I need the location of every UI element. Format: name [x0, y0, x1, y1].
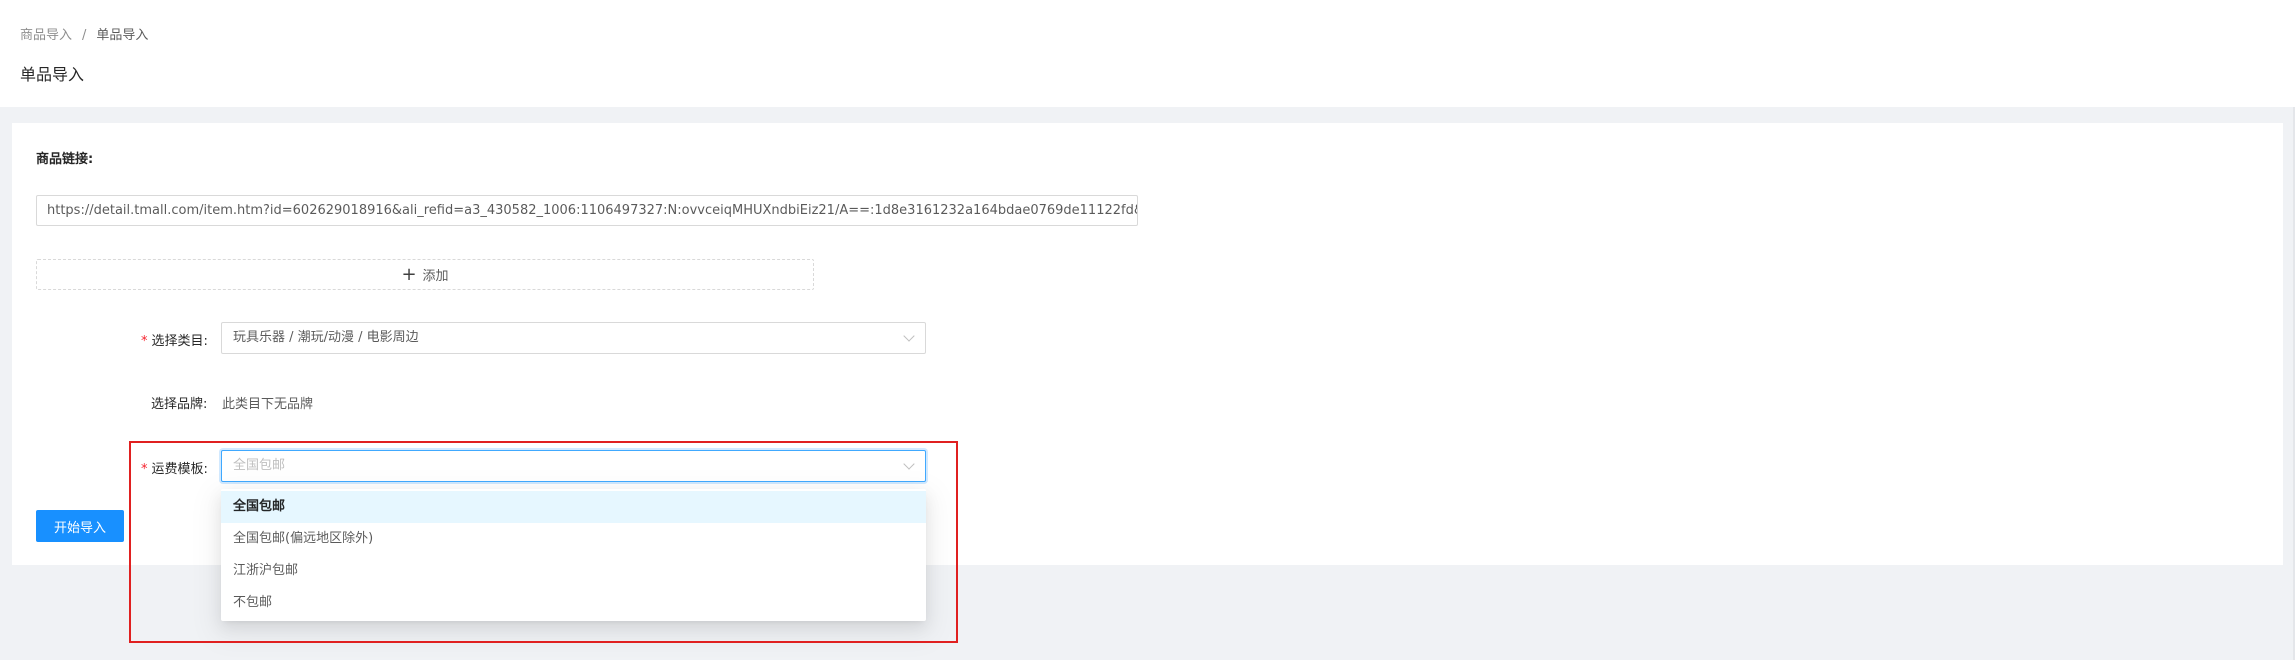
breadcrumb: 商品导入 / 单品导入: [20, 24, 148, 43]
category-label: * 选择类目:: [141, 330, 208, 349]
shipping-option[interactable]: 江浙沪包邮: [221, 555, 926, 587]
shipping-label-text: 运费模板:: [151, 462, 208, 477]
start-import-button[interactable]: 开始导入: [36, 510, 124, 542]
breadcrumb-parent[interactable]: 商品导入: [20, 28, 72, 43]
shipping-label: * 运费模板:: [141, 458, 208, 477]
page-title: 单品导入: [20, 65, 85, 84]
breadcrumb-current: 单品导入: [96, 28, 149, 43]
shipping-option[interactable]: 全国包邮(偏远地区除外): [221, 523, 926, 555]
shipping-option[interactable]: 全国包邮: [221, 491, 926, 523]
chevron-down-icon: [903, 458, 915, 470]
category-select[interactable]: 玩具乐器 / 潮玩/动漫 / 电影周边: [221, 322, 926, 354]
chevron-down-icon: [903, 330, 915, 342]
page-header: 商品导入 / 单品导入 单品导入: [0, 0, 2295, 107]
product-link-input[interactable]: https://detail.tmall.com/item.htm?id=602…: [36, 195, 1138, 226]
product-link-label: 商品链接:: [36, 152, 94, 167]
shipping-select-placeholder: 全国包邮: [233, 458, 286, 473]
add-link-label: 添加: [422, 269, 449, 284]
category-label-text: 选择类目:: [151, 334, 208, 349]
brand-label: 选择品牌:: [151, 397, 208, 412]
category-select-value: 玩具乐器 / 潮玩/动漫 / 电影周边: [233, 330, 419, 345]
shipping-options-dropdown: 全国包邮 全国包邮(偏远地区除外) 江浙沪包邮 不包邮: [221, 489, 926, 621]
plus-icon: +: [401, 263, 417, 285]
required-mark: *: [141, 462, 148, 477]
shipping-template-select[interactable]: 全国包邮: [221, 450, 926, 482]
shipping-option[interactable]: 不包邮: [221, 587, 926, 619]
required-mark: *: [141, 334, 148, 349]
breadcrumb-separator: /: [82, 28, 87, 43]
brand-value: 此类目下无品牌: [222, 397, 314, 412]
add-link-button[interactable]: + 添加: [36, 259, 814, 290]
